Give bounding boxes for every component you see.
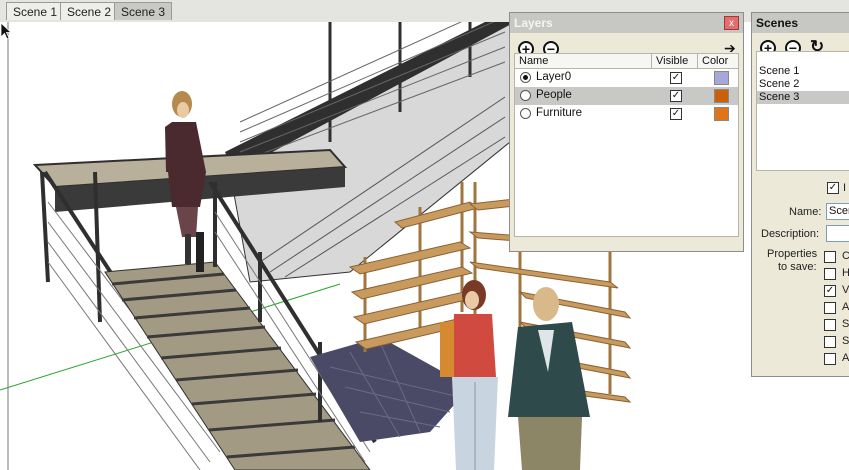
active-layer-radio[interactable] xyxy=(520,108,531,119)
layer-color-swatch[interactable] xyxy=(714,107,729,121)
tab-scene-2[interactable]: Scene 2 xyxy=(60,2,119,20)
scene-name-field[interactable]: Scen xyxy=(826,203,849,220)
layer-color-swatch[interactable] xyxy=(714,71,729,85)
layers-panel-title: Layers xyxy=(510,13,743,33)
include-in-animation-checkbox[interactable]: ✓ xyxy=(827,182,839,194)
property-checkbox[interactable] xyxy=(824,353,836,365)
column-color-header[interactable]: Color xyxy=(698,54,738,68)
layer-name[interactable]: People xyxy=(536,89,572,101)
tab-scene-1[interactable]: Scene 1 xyxy=(6,2,65,20)
layer-row[interactable]: People ✓ xyxy=(515,87,738,105)
scenes-panel: Scenes + − ↻ Scene 1 Scene 2 Scene 3 ✓ I… xyxy=(751,12,849,377)
layers-panel: Layers x + − ➔ Name Visible Color Layer0… xyxy=(509,12,744,252)
layer-color-swatch[interactable] xyxy=(714,89,729,103)
property-checkbox[interactable] xyxy=(824,336,836,348)
layers-list: Layer0 ✓ People ✓ Furniture ✓ xyxy=(514,69,739,237)
properties-to-save-label-line2: to save: xyxy=(778,261,817,273)
property-label: A xyxy=(842,352,849,364)
scene-description-field[interactable] xyxy=(826,225,849,242)
layer-row[interactable]: Layer0 ✓ xyxy=(515,69,738,87)
layers-close-button[interactable]: x xyxy=(724,16,739,30)
layer-visible-checkbox[interactable]: ✓ xyxy=(670,72,682,84)
scene-list-item[interactable]: Scene 1 xyxy=(757,65,849,78)
property-checkbox[interactable] xyxy=(824,319,836,331)
layer-name[interactable]: Furniture xyxy=(536,107,582,119)
scenes-list: Scene 1 Scene 2 Scene 3 xyxy=(756,51,849,171)
property-label: S xyxy=(842,335,849,347)
layer-name[interactable]: Layer0 xyxy=(536,71,571,83)
layer-visible-checkbox[interactable]: ✓ xyxy=(670,108,682,120)
layers-column-header: Name Visible Color xyxy=(514,53,739,69)
column-visible-header[interactable]: Visible xyxy=(652,54,698,68)
scene-name-label: Name: xyxy=(789,206,822,218)
property-checkbox[interactable] xyxy=(824,251,836,263)
property-label: C xyxy=(842,250,849,262)
active-layer-radio[interactable] xyxy=(520,72,531,83)
scene-description-label: Description: xyxy=(761,228,820,240)
woman-on-stairs-figure xyxy=(165,91,206,272)
include-in-animation-label: I xyxy=(843,182,847,194)
layer-visible-checkbox[interactable]: ✓ xyxy=(670,90,682,102)
property-label: V xyxy=(842,284,849,296)
scene-list-item[interactable]: Scene 2 xyxy=(757,78,849,91)
property-label: A xyxy=(842,301,849,313)
column-name-header[interactable]: Name xyxy=(515,54,652,68)
mouse-cursor-icon xyxy=(0,22,12,40)
property-label: H xyxy=(842,267,849,279)
woman-with-bag-figure xyxy=(440,280,498,470)
tab-scene-3[interactable]: Scene 3 xyxy=(114,2,173,20)
property-label: S xyxy=(842,318,849,330)
layer-row[interactable]: Furniture ✓ xyxy=(515,105,738,123)
property-checkbox[interactable]: ✓ xyxy=(824,285,836,297)
scene-list-item[interactable]: Scene 3 xyxy=(757,91,849,104)
property-checkbox[interactable] xyxy=(824,302,836,314)
scenes-panel-title: Scenes xyxy=(752,13,849,33)
properties-to-save-label: Properties xyxy=(767,248,818,260)
active-layer-radio[interactable] xyxy=(520,90,531,101)
property-checkbox[interactable] xyxy=(824,268,836,280)
